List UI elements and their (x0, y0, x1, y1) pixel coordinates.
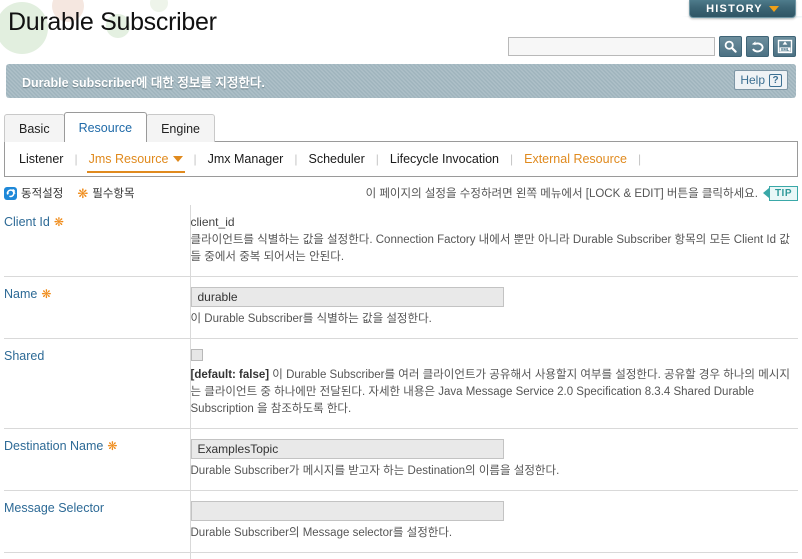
page-title: Durable Subscriber (8, 8, 217, 36)
row-value-destination-name: Durable Subscriber가 메시지를 받고자 하는 Destinat… (190, 429, 798, 491)
table-row: Name❋ 이 Durable Subscriber를 식별하는 값을 설정한다… (4, 276, 798, 339)
xml-export-icon: XML (777, 39, 792, 54)
search-toolbar: XML (508, 36, 796, 57)
asterisk-icon: ❋ (41, 287, 52, 301)
subnav-item-lifecycle-invocation-label: Lifecycle Invocation (389, 152, 499, 166)
svg-text:XML: XML (780, 47, 789, 52)
row-label-text: Destination Name (4, 439, 104, 453)
history-button-label: HISTORY (706, 2, 763, 15)
xml-export-button[interactable]: XML (773, 36, 796, 57)
tab-basic-label: Basic (19, 121, 50, 136)
help-button[interactable]: Help ? (734, 70, 788, 90)
tab-resource[interactable]: Resource (63, 112, 148, 142)
subnav-separator: | (74, 152, 78, 166)
subnav-separator: | (375, 152, 379, 166)
subnav-item-scheduler[interactable]: Scheduler (306, 152, 366, 166)
tab-engine[interactable]: Engine (146, 114, 216, 142)
tab-resource-label: Resource (78, 120, 133, 135)
subnav-item-external-resource-label: External Resource (524, 152, 627, 166)
legend-row: 동적설정 ❋ 필수항목 이 페이지의 설정을 수정하려면 왼쪽 메뉴에서 [LO… (4, 183, 798, 203)
row-label-destination-name: Destination Name ❋ (4, 428, 191, 491)
history-button[interactable]: HISTORY (689, 0, 796, 18)
settings-table: Client Id ❋ client_id 클라이언트를 식별하는 값을 설정한다… (4, 205, 798, 559)
row-value-message-sort: Durable subscriber에 적용할 메시지 정렬 설정을 정의한다. (190, 553, 798, 559)
table-row: Shared [default: false] 이 Durable Subscr… (4, 338, 798, 429)
row-label-message-sort: Message Sort (4, 552, 191, 559)
asterisk-icon: ❋ (53, 215, 64, 229)
row-label-text: Name (4, 287, 38, 301)
subnav-separator: | (294, 152, 298, 166)
page-root: Durable Subscriber HISTORY XML Durable s… (0, 0, 802, 559)
row-description: Durable Subscriber의 Message selector를 설정… (190, 527, 453, 539)
subnav-item-jmx-manager[interactable]: Jmx Manager (206, 152, 286, 166)
legend-required: ❋ 필수항목 (77, 185, 134, 201)
shared-description-text: 이 Durable Subscriber를 여러 클라이언트가 공유해서 사용할… (190, 369, 790, 415)
row-value-message-selector: Durable Subscriber의 Message selector를 설정… (190, 491, 798, 553)
table-row: Client Id ❋ client_id 클라이언트를 식별하는 값을 설정한다… (4, 205, 798, 277)
tip-badge-label: TIP (768, 185, 798, 201)
row-label-message-selector: Message Selector (4, 490, 191, 553)
row-value-client-id: client_id 클라이언트를 식별하는 값을 설정한다. Connectio… (190, 205, 798, 277)
destination-name-input[interactable] (190, 439, 504, 459)
row-description: 클라이언트를 식별하는 값을 설정한다. Connection Factory … (190, 234, 790, 263)
row-label-text: Shared (4, 349, 45, 363)
name-input[interactable] (190, 287, 504, 307)
sub-navigation: Listener | Jms Resource | Jmx Manager | … (4, 141, 798, 177)
row-description: [default: false] 이 Durable Subscriber를 여… (191, 367, 799, 418)
question-mark-icon: ? (769, 73, 782, 87)
subnav-item-lifecycle-invocation[interactable]: Lifecycle Invocation (388, 152, 501, 166)
refresh-icon (751, 40, 764, 52)
chevron-down-icon (172, 156, 183, 162)
row-label-client-id: Client Id ❋ (4, 205, 191, 277)
subnav-item-external-resource[interactable]: External Resource (522, 152, 629, 166)
subnav-separator: | (637, 152, 642, 166)
description-banner: Durable subscriber에 대한 정보를 지정한다. Help ? (6, 64, 796, 98)
table-row: Message Selector Durable Subscriber의 Mes… (4, 490, 798, 553)
tab-bar: Basic Resource Engine (4, 112, 216, 142)
search-icon (724, 40, 737, 53)
row-label-name: Name ❋ (4, 276, 191, 339)
shared-checkbox[interactable] (190, 349, 203, 361)
refresh-button[interactable] (746, 36, 769, 57)
refresh-circle-icon (4, 186, 17, 200)
row-label-text: Message Selector (4, 501, 105, 515)
shared-default-note: [default: false] (190, 369, 270, 381)
chevron-down-icon (768, 5, 779, 12)
help-button-label: Help (740, 73, 765, 87)
subnav-item-jms-resource-label: Jms Resource (88, 152, 169, 166)
subnav-item-jms-resource[interactable]: Jms Resource (86, 152, 185, 173)
row-value-shared: [default: false] 이 Durable Subscriber를 여… (190, 339, 798, 429)
asterisk-icon: ❋ (77, 185, 89, 201)
search-button[interactable] (719, 36, 742, 57)
tab-engine-label: Engine (161, 121, 201, 136)
subnav-item-scheduler-label: Scheduler (308, 152, 365, 166)
tip-note-text: 이 페이지의 설정을 수정하려면 왼쪽 메뉴에서 [LOCK & EDIT] 버… (365, 188, 758, 200)
legend-dynamic-label: 동적설정 (21, 188, 64, 200)
row-description: Durable Subscriber가 메시지를 받고자 하는 Destinat… (190, 465, 560, 477)
message-selector-input[interactable] (190, 501, 504, 521)
description-text: Durable subscriber에 대한 정보를 지정한다. (22, 75, 265, 90)
subnav-item-jmx-manager-label: Jmx Manager (207, 152, 284, 166)
legend-required-label: 필수항목 (92, 188, 135, 200)
asterisk-icon: ❋ (107, 439, 118, 453)
tip-note: 이 페이지의 설정을 수정하려면 왼쪽 메뉴에서 [LOCK & EDIT] 버… (366, 185, 798, 201)
table-row: Message Sort Durable subscriber에 적용할 메시지… (4, 552, 798, 559)
row-description: 이 Durable Subscriber를 식별하는 값을 설정한다. (190, 313, 432, 325)
subnav-item-listener-label: Listener (19, 152, 64, 166)
row-label-shared: Shared (4, 338, 191, 429)
tip-badge: TIP (762, 185, 798, 201)
tab-basic[interactable]: Basic (4, 114, 65, 142)
subnav-item-listener[interactable]: Listener (17, 152, 65, 166)
row-label-text: Client Id (4, 215, 50, 229)
subnav-separator: | (193, 152, 197, 166)
row-value-name: 이 Durable Subscriber를 식별하는 값을 설정한다. (190, 277, 798, 339)
legend-dynamic: 동적설정 (4, 185, 63, 201)
search-input[interactable] (508, 37, 715, 56)
subnav-separator: | (510, 152, 514, 166)
table-row: Destination Name❋ Durable Subscriber가 메시… (4, 428, 798, 491)
client-id-value: client_id (190, 215, 235, 229)
